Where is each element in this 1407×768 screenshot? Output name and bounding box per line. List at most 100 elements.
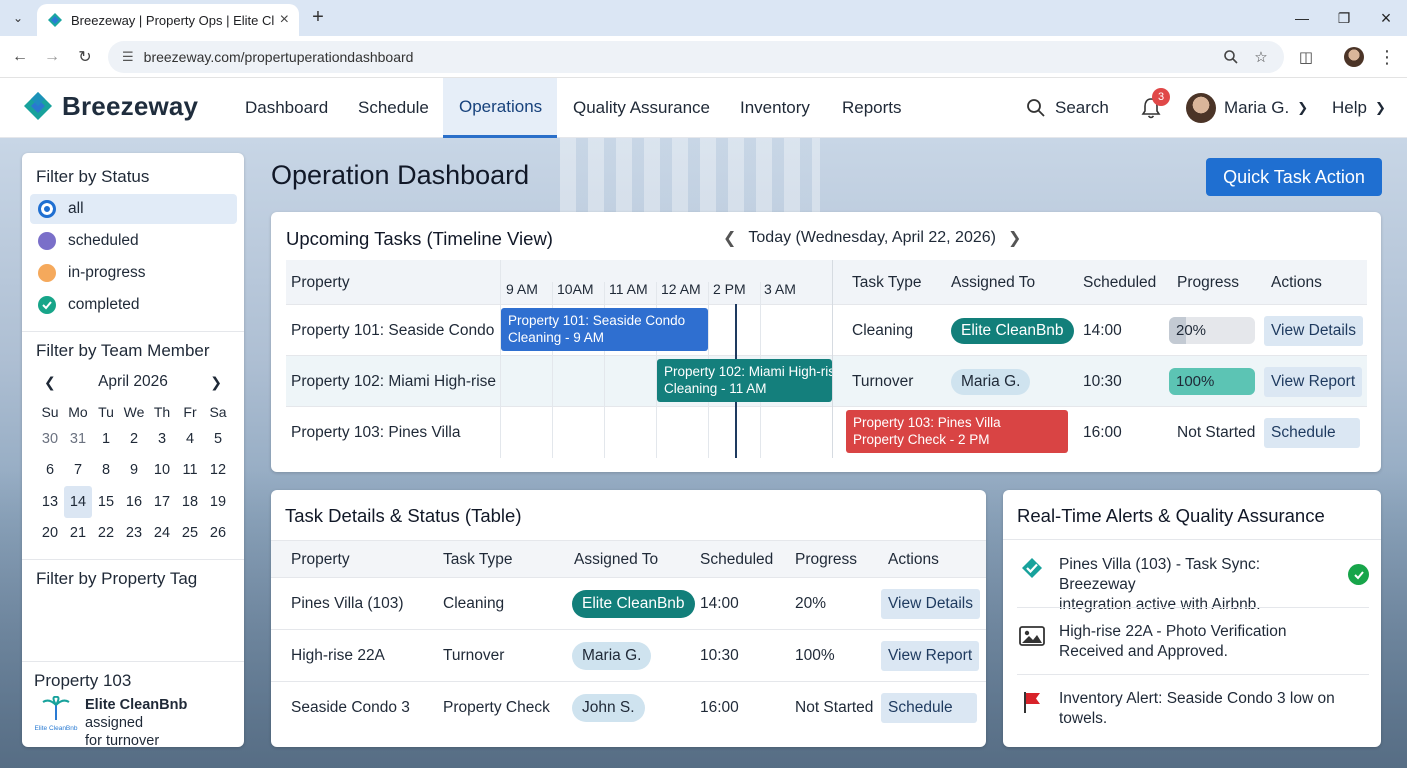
calendar-day[interactable]: 7 xyxy=(64,455,92,487)
view-details-button[interactable]: View Details xyxy=(1264,315,1364,346)
nav-quality-assurance[interactable]: Quality Assurance xyxy=(557,78,726,138)
calendar-day[interactable]: 4 xyxy=(176,423,204,455)
chevron-right-icon[interactable]: ❯ xyxy=(202,374,230,391)
calendar-day[interactable]: 31 xyxy=(64,423,92,455)
tab-close-icon[interactable]: × xyxy=(280,11,289,29)
table-row[interactable]: High-rise 22A Turnover Maria G. 10:30 10… xyxy=(271,629,986,681)
calendar-day[interactable]: 16 xyxy=(120,486,148,518)
alert-line1: High-rise 22A - Photo Verification xyxy=(1059,623,1287,640)
chevron-left-icon[interactable]: ❮ xyxy=(711,228,748,248)
schedule-button[interactable]: Schedule xyxy=(1264,417,1360,448)
timeline-event[interactable]: Property 101: Seaside Condo Cleaning - 9… xyxy=(501,308,708,351)
assignee-pill[interactable]: John S. xyxy=(572,693,645,722)
event-subtitle: Property Check - 2 PM xyxy=(853,432,990,447)
tab-search-chevron-icon[interactable]: ⌄ xyxy=(6,6,30,30)
status-filter-all[interactable]: all xyxy=(30,194,237,224)
extensions-icon[interactable]: ◫ xyxy=(1294,45,1318,69)
calendar-day[interactable]: 17 xyxy=(148,486,176,518)
assignee-pill[interactable]: Elite CleanBnb xyxy=(951,317,1074,344)
calendar-day[interactable]: 21 xyxy=(64,518,92,550)
timeline-row[interactable]: Property 101: Seaside Condo Cleaning Eli… xyxy=(286,304,1367,355)
nav-inventory[interactable]: Inventory xyxy=(724,78,826,138)
calendar-day[interactable]: 12 xyxy=(204,455,232,487)
property-note: Elite CleanBnb assigned for turnover xyxy=(85,696,237,750)
calendar-day[interactable]: 19 xyxy=(204,486,232,518)
forward-icon[interactable]: → xyxy=(40,45,64,69)
calendar-day[interactable]: 15 xyxy=(92,486,120,518)
timeline-event[interactable]: Property 103: Pines Villa Property Check… xyxy=(846,410,1068,453)
status-filter-in-progress[interactable]: in-progress xyxy=(30,258,237,288)
timeline-row[interactable]: Property 103: Pines Villa 16:00 Not Star… xyxy=(286,406,1367,458)
calendar-day[interactable]: 22 xyxy=(92,518,120,550)
nav-reports[interactable]: Reports xyxy=(826,78,918,138)
calendar-day[interactable]: 9 xyxy=(120,455,148,487)
calendar-day[interactable]: 14 xyxy=(64,486,92,518)
search-button[interactable]: Search xyxy=(1026,78,1109,138)
status-filter-scheduled[interactable]: scheduled xyxy=(30,226,237,256)
calendar-grid: Su Mo Tu We Th Fr Sa 30 31 1 2 3 4 5 6 7 8 9 10 11 12 13 14 15 1… xyxy=(36,401,232,549)
calendar-day[interactable]: 18 xyxy=(176,486,204,518)
calendar-day[interactable]: 26 xyxy=(204,518,232,550)
col-task-type: Task Type xyxy=(443,551,513,568)
chevron-right-icon[interactable]: ❯ xyxy=(996,228,1033,248)
calendar-day[interactable]: 11 xyxy=(176,455,204,487)
chevron-left-icon[interactable]: ❮ xyxy=(36,374,64,391)
table-row[interactable]: Pines Villa (103) Cleaning Elite CleanBn… xyxy=(271,577,986,629)
new-tab-icon[interactable]: + xyxy=(306,6,330,30)
nav-schedule[interactable]: Schedule xyxy=(342,78,445,138)
table-row[interactable]: Seaside Condo 3 Property Check John S. 1… xyxy=(271,681,986,733)
calendar-day[interactable]: 8 xyxy=(92,455,120,487)
view-report-button[interactable]: View Report xyxy=(881,640,980,671)
zoom-icon[interactable] xyxy=(1219,45,1243,69)
browser-tab[interactable]: Breezeway | Property Ops | Elite Clean × xyxy=(37,4,299,36)
calendar-day[interactable]: 10 xyxy=(148,455,176,487)
brand-logo[interactable]: Breezeway xyxy=(22,90,198,122)
calendar-day[interactable]: 24 xyxy=(148,518,176,550)
assignee-pill[interactable]: Maria G. xyxy=(951,368,1031,395)
alert-line1: Inventory Alert: Seaside Condo 3 low on xyxy=(1059,690,1335,707)
help-menu[interactable]: Help ❯ xyxy=(1332,78,1386,138)
col-assigned-to: Assigned To xyxy=(951,274,1036,291)
calendar-day[interactable]: 5 xyxy=(204,423,232,455)
row-task-type: Turnover xyxy=(852,372,914,390)
profile-avatar-icon[interactable] xyxy=(1342,45,1366,69)
nav-operations[interactable]: Operations xyxy=(443,78,557,138)
assignee-pill[interactable]: Elite CleanBnb xyxy=(572,589,695,618)
calendar-day[interactable]: 1 xyxy=(92,423,120,455)
quick-task-action-button[interactable]: Quick Task Action xyxy=(1206,158,1382,196)
row-task-type: Property Check xyxy=(443,698,550,716)
alert-item[interactable]: High-rise 22A - Photo Verification Recei… xyxy=(1017,622,1369,662)
site-settings-icon[interactable]: ☰ xyxy=(122,49,134,65)
restore-icon[interactable]: ❐ xyxy=(1322,0,1366,36)
alert-item[interactable]: Pines Villa (103) - Task Sync: Breezeway… xyxy=(1017,555,1369,615)
assignee-pill[interactable]: Maria G. xyxy=(572,641,652,670)
calendar-day[interactable]: 23 xyxy=(120,518,148,550)
view-details-button[interactable]: View Details xyxy=(881,588,981,619)
schedule-button[interactable]: Schedule xyxy=(881,692,977,723)
status-label: completed xyxy=(68,296,140,313)
calendar-day[interactable]: 3 xyxy=(148,423,176,455)
calendar-day[interactable]: 13 xyxy=(36,486,64,518)
calendar-day[interactable]: 25 xyxy=(176,518,204,550)
user-menu[interactable]: Maria G. ❯ xyxy=(1186,78,1308,138)
calendar-day[interactable]: 30 xyxy=(36,423,64,455)
calendar-day[interactable]: 6 xyxy=(36,455,64,487)
back-icon[interactable]: ← xyxy=(8,45,32,69)
table-title: Task Details & Status (Table) xyxy=(285,505,522,526)
alert-item[interactable]: Inventory Alert: Seaside Condo 3 low on … xyxy=(1017,689,1369,729)
col-actions: Actions xyxy=(888,551,939,568)
bookmark-star-icon[interactable]: ☆ xyxy=(1249,45,1273,69)
reload-icon[interactable]: ↻ xyxy=(73,45,97,69)
browser-menu-icon[interactable]: ⋮ xyxy=(1375,45,1399,69)
divider xyxy=(1003,539,1381,540)
status-filter-completed[interactable]: completed xyxy=(30,290,237,320)
view-report-button[interactable]: View Report xyxy=(1264,366,1363,397)
timeline-event[interactable]: Property 102: Miami High-rise Cleaning -… xyxy=(657,359,832,402)
row-progress: 20% xyxy=(795,594,827,612)
url-field[interactable]: ☰ breezeway.com/propertuperationdashboar… xyxy=(108,41,1284,73)
minimize-icon[interactable]: — xyxy=(1280,0,1324,36)
nav-dashboard[interactable]: Dashboard xyxy=(229,78,344,138)
calendar-day[interactable]: 20 xyxy=(36,518,64,550)
window-close-icon[interactable]: × xyxy=(1364,0,1407,36)
calendar-day[interactable]: 2 xyxy=(120,423,148,455)
